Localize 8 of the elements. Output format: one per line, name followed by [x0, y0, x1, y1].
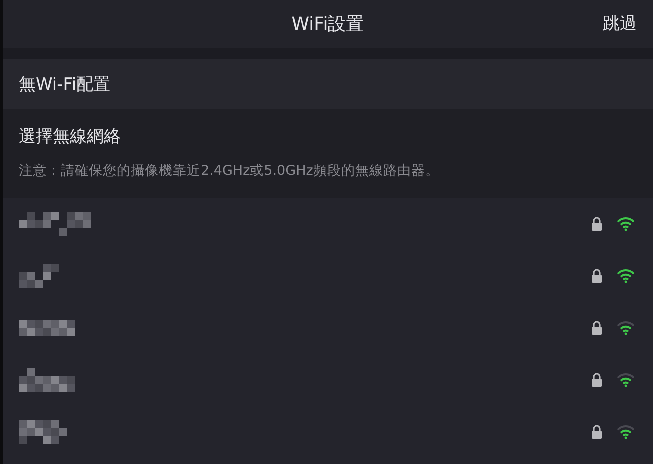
- pixelated-name-drawing: [19, 320, 75, 336]
- skip-button[interactable]: 跳過: [603, 12, 637, 35]
- pixelated-name-drawing: [19, 264, 59, 288]
- pixelated-name-drawing: [19, 420, 67, 444]
- section-title: 選擇無線網絡: [19, 126, 121, 148]
- page-title: WiFi設置: [292, 13, 364, 36]
- pixelated-name-drawing: [19, 212, 91, 236]
- note-text: 注意：請確保您的攝像機靠近2.4GHz或5.0GHz頻段的無線路由器。: [19, 162, 440, 180]
